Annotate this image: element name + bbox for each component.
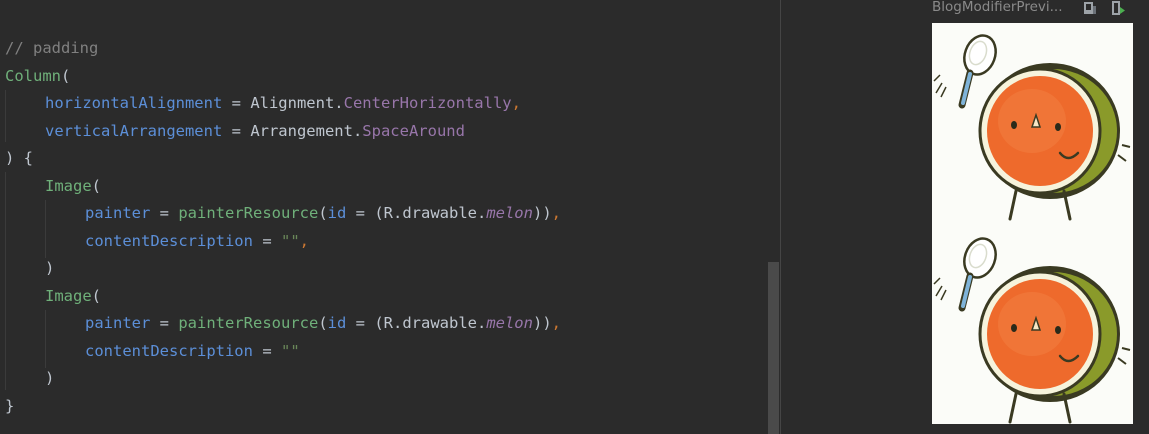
code-token: ,	[299, 231, 309, 250]
compose-preview-pane: BlogModifierPrevi...	[781, 0, 1149, 434]
code-line[interactable]: painter = painterResource(id = (R.drawab…	[85, 309, 561, 337]
code-token: (	[61, 66, 71, 85]
code-token: contentDescription	[85, 341, 253, 360]
melon-image	[932, 226, 1133, 426]
code-token: ))	[532, 204, 552, 222]
code-token: SpaceAround	[362, 121, 465, 140]
code-token: painterResource	[178, 204, 319, 222]
code-token: =	[252, 341, 281, 360]
code-token: Image	[45, 286, 92, 305]
code-token: id	[327, 314, 347, 332]
code-token: =	[346, 204, 375, 222]
code-token: =	[222, 94, 251, 112]
code-token: )	[45, 259, 55, 277]
code-line[interactable]: )	[45, 254, 54, 282]
code-token: ,	[551, 314, 561, 332]
code-token: Arrangement.	[250, 121, 363, 140]
code-line[interactable]: Image(	[45, 282, 101, 310]
preview-canvas	[932, 23, 1133, 424]
code-token: Column	[5, 66, 61, 85]
code-token: CenterHorizontally	[343, 94, 512, 112]
preview-title[interactable]: BlogModifierPrevi...	[932, 0, 1063, 15]
code-token: // padding	[5, 39, 99, 57]
code-token: ) {	[5, 149, 33, 167]
interactive-preview-icon[interactable]	[1112, 0, 1126, 15]
code-line[interactable]: contentDescription = ""	[85, 337, 300, 365]
code-line[interactable]: Image(	[45, 172, 101, 200]
code-token: )	[45, 369, 55, 387]
deploy-preview-icon[interactable]	[1083, 0, 1097, 14]
code-token: verticalArrangement	[45, 121, 223, 140]
ide-window: // padding Column(horizontalAlignment = A…	[0, 0, 1149, 434]
code-token: }	[5, 396, 15, 415]
code-token: ""	[280, 341, 300, 360]
code-token: melon	[486, 314, 533, 332]
code-token: =	[150, 204, 179, 222]
code-token: (	[318, 314, 328, 332]
code-token: melon	[486, 204, 533, 222]
code-editor[interactable]: // padding Column(horizontalAlignment = A…	[0, 0, 780, 434]
code-line[interactable]: painter = painterResource(id = (R.drawab…	[85, 199, 561, 227]
code-token: painterResource	[178, 314, 319, 332]
code-line[interactable]: contentDescription = "",	[85, 227, 309, 255]
code-token: (R.drawable.	[374, 314, 487, 332]
code-line[interactable]: horizontalAlignment = Alignment.CenterHo…	[45, 89, 521, 117]
code-line[interactable]: ) {	[5, 144, 33, 172]
code-token: painter	[85, 204, 151, 222]
code-token: ""	[280, 231, 300, 250]
code-line[interactable]: // padding	[5, 34, 98, 62]
code-token: (	[318, 204, 328, 222]
code-line[interactable]: Column(	[5, 62, 70, 90]
code-token: id	[327, 204, 347, 222]
code-token: Alignment.	[250, 94, 344, 112]
code-token: =	[222, 121, 251, 140]
code-token: (	[91, 286, 102, 305]
code-token: ,	[511, 94, 521, 112]
code-line[interactable]: }	[5, 392, 14, 420]
editor-scrollbar-thumb[interactable]	[768, 262, 779, 434]
melon-image	[932, 23, 1133, 223]
code-line[interactable]: )	[45, 364, 54, 392]
code-line[interactable]: verticalArrangement = Arrangement.SpaceA…	[45, 117, 465, 145]
code-token: ,	[551, 204, 561, 222]
code-lines[interactable]: // padding Column(horizontalAlignment = A…	[5, 0, 760, 434]
code-token: ))	[532, 314, 552, 332]
code-token: =	[346, 314, 375, 332]
code-token: =	[252, 231, 281, 250]
code-token: Image	[45, 176, 92, 195]
code-token: contentDescription	[85, 231, 253, 250]
code-token: horizontalAlignment	[45, 94, 223, 112]
code-token: (R.drawable.	[374, 204, 487, 222]
code-token: =	[150, 314, 179, 332]
code-token: painter	[85, 314, 151, 332]
code-token: (	[91, 176, 102, 195]
